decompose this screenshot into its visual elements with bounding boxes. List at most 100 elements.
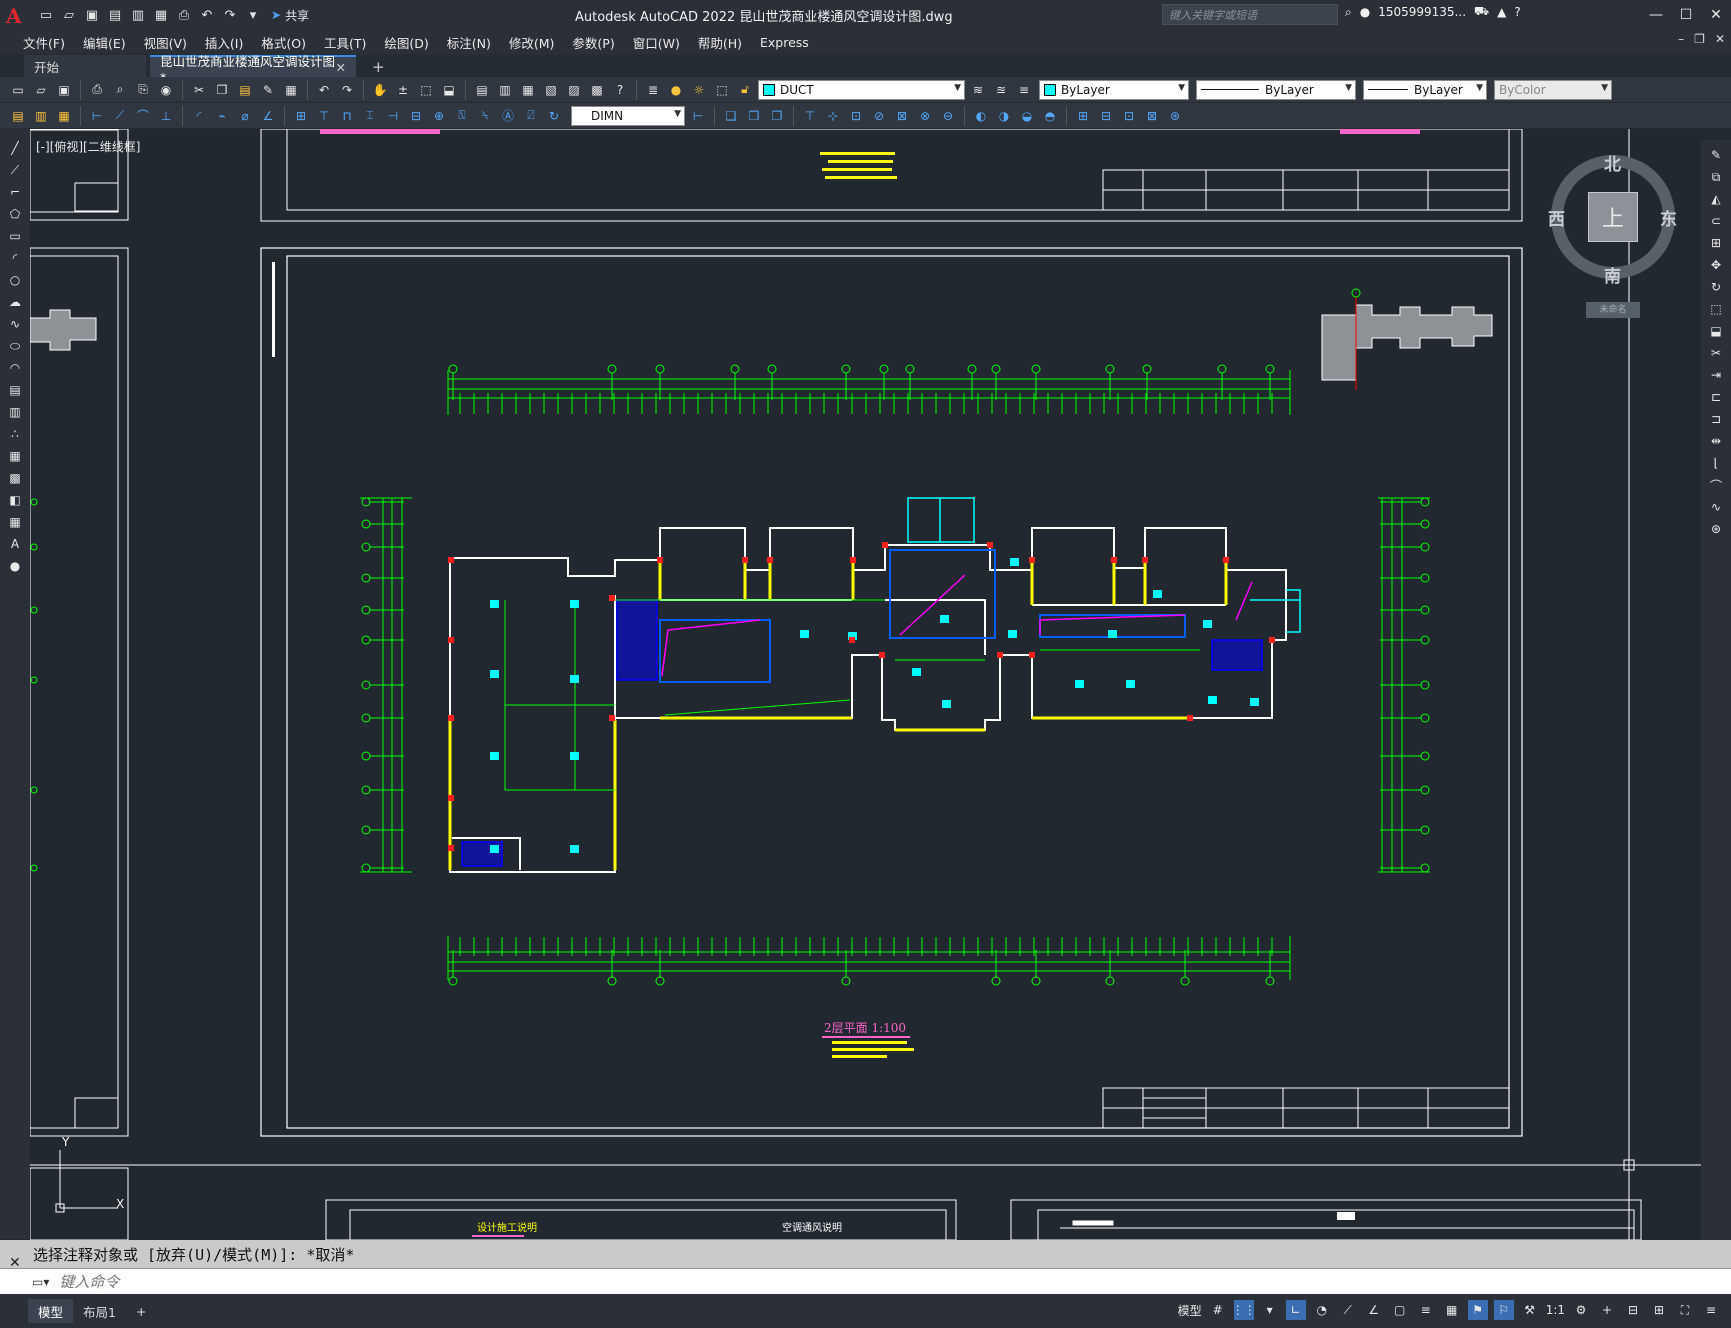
pan-icon[interactable]: ✋ [370, 80, 390, 100]
save-icon[interactable]: ▣ [82, 5, 102, 25]
aligned-dimension-icon[interactable]: ⟋ [110, 106, 130, 126]
layer-properties-icon[interactable]: ≣ [643, 80, 663, 100]
table-icon[interactable]: ◓ [1040, 106, 1060, 126]
chamfer-icon[interactable]: ⌊ [1705, 454, 1727, 472]
hatch-icon[interactable]: ▦ [4, 447, 26, 465]
drawing-svg[interactable]: 2层平面 1:100 Y X 设计施工说明 空调通风说明 [30, 129, 1701, 1240]
multiline-text-icon[interactable]: A [4, 535, 26, 553]
plus-icon[interactable]: + [1597, 1300, 1617, 1320]
blend-curves-icon[interactable]: ∿ [1705, 498, 1727, 516]
cart-icon[interactable]: ⛟ [1474, 4, 1489, 20]
annotation-visibility-icon[interactable]: ⚑ [1467, 1300, 1488, 1320]
move-icon[interactable]: ✥ [1705, 256, 1727, 274]
undo-icon[interactable]: ↶ [197, 5, 217, 25]
new-tab-icon[interactable]: + [372, 58, 385, 76]
polar-tracking-icon[interactable]: ◔ [1312, 1300, 1332, 1320]
layer-states-icon[interactable]: ≡ [1014, 80, 1034, 100]
plot-icon[interactable]: ⎙ [87, 80, 107, 100]
ellipse-icon[interactable]: ⬭ [4, 337, 26, 355]
doc-minimize-icon[interactable]: – [1678, 32, 1684, 46]
dimension-break-icon[interactable]: ⊣ [383, 106, 403, 126]
menu-insert[interactable]: 插入(I) [196, 33, 252, 52]
fillet-icon[interactable]: ⌒ [1705, 476, 1727, 494]
dimension-edit-icon[interactable]: Ⓐ [498, 106, 518, 126]
arc-length-icon[interactable]: ⌒ [133, 106, 153, 126]
customize-dropdown-icon[interactable]: ▾ [243, 5, 263, 25]
extend-icon[interactable]: ⇥ [1705, 366, 1727, 384]
xclip-icon[interactable]: ⊠ [892, 106, 912, 126]
join-icon[interactable]: ⇹ [1705, 432, 1727, 450]
open-icon[interactable]: ▱ [31, 80, 51, 100]
center-mark-icon[interactable]: ⊕ [429, 106, 449, 126]
doc-close-icon[interactable]: ✕ [1715, 32, 1725, 46]
line-icon[interactable]: ╱ [4, 139, 26, 157]
spline-icon[interactable]: ∿ [4, 315, 26, 333]
save-web-icon[interactable]: ▦ [151, 5, 171, 25]
gradient-icon[interactable]: ▩ [4, 469, 26, 487]
dimension-update-icon[interactable]: ↻ [544, 106, 564, 126]
gear-icon[interactable]: ⚙ [1571, 1300, 1591, 1320]
diameter-dimension-icon[interactable]: ⌀ [235, 106, 255, 126]
save-as-icon[interactable]: ▤ [105, 5, 125, 25]
stretch-icon[interactable]: ⬓ [1705, 322, 1727, 340]
menu-view[interactable]: 视图(V) [135, 33, 196, 52]
make-block-icon[interactable]: ▥ [4, 403, 26, 421]
properties-icon[interactable]: ▤ [472, 80, 492, 100]
inspection-icon[interactable]: ⍂ [452, 106, 472, 126]
cut-icon[interactable]: ✂ [189, 80, 209, 100]
doc-restore-icon[interactable]: ❐ [1694, 32, 1705, 46]
3d-dwf-icon[interactable]: ◉ [156, 80, 176, 100]
fullscreen-icon[interactable]: ⛶ [1675, 1300, 1695, 1320]
block-insert-icon[interactable]: ❑ [721, 106, 741, 126]
auto-scale-icon[interactable]: ⚐ [1493, 1300, 1514, 1320]
help-search-input[interactable]: 键入关键字或短语 [1162, 4, 1338, 25]
polygon-icon[interactable]: ⬠ [4, 205, 26, 223]
layer-viewport-freeze-icon[interactable]: ⬚ [712, 80, 732, 100]
transparency-icon[interactable]: ▦ [1442, 1300, 1462, 1320]
refedit-icon[interactable]: ⊗ [915, 106, 935, 126]
print-icon[interactable]: ⎙ [174, 5, 194, 25]
layout1-tab[interactable]: 布局1 [73, 1299, 126, 1323]
copy-icon[interactable]: ❐ [212, 80, 232, 100]
region-icon[interactable]: ◧ [4, 491, 26, 509]
jogged-linear-icon[interactable]: ⍀ [475, 106, 495, 126]
publish-icon[interactable]: ⎘ [133, 80, 153, 100]
sheet-set-icon[interactable]: ▧ [541, 80, 561, 100]
dimstyle-dropdown[interactable]: DIMN ▼ [571, 105, 685, 126]
minimize-icon[interactable]: — [1641, 0, 1671, 30]
redo-icon[interactable]: ↷ [220, 5, 240, 25]
mirror-icon[interactable]: ◭ [1705, 190, 1727, 208]
dropdown-icon[interactable]: ▾ [1260, 1300, 1280, 1320]
match-properties-icon[interactable]: ✎ [258, 80, 278, 100]
jogged-dimension-icon[interactable]: ⌁ [212, 106, 232, 126]
arc-icon[interactable]: ◜ [4, 249, 26, 267]
layer-previous-icon[interactable]: ≊ [991, 80, 1011, 100]
construction-line-icon[interactable]: ⟋ [4, 161, 26, 179]
autodesk-app-icon[interactable]: ▲ [1497, 5, 1506, 19]
layer-dropdown[interactable]: DUCT ▼ [758, 79, 965, 100]
help-icon[interactable]: ? [610, 80, 630, 100]
group-edit-icon[interactable]: ⊡ [1119, 106, 1139, 126]
offset-icon[interactable]: ⊂ [1705, 212, 1727, 230]
menu-modify[interactable]: 修改(M) [500, 33, 564, 52]
dimension-space-icon[interactable]: ⌶ [360, 106, 380, 126]
tab-drawing[interactable]: 昆山世茂商业楼通风空调设计图* ✕ [150, 54, 356, 85]
rectangle-icon[interactable]: ▭ [4, 227, 26, 245]
add-layout-icon[interactable]: + [126, 1299, 156, 1323]
model-tab[interactable]: 模型 [28, 1299, 74, 1323]
save-icon[interactable]: ▣ [54, 80, 74, 100]
menu-dimension[interactable]: 标注(N) [438, 33, 500, 52]
design-center-icon[interactable]: ▥ [495, 80, 515, 100]
ordinate-dimension-icon[interactable]: ⊥ [156, 106, 176, 126]
block-create-icon[interactable]: ❒ [744, 106, 764, 126]
lineweight-dropdown[interactable]: ByLayer ▼ [1363, 79, 1487, 100]
ellipse-arc-icon[interactable]: ◠ [4, 359, 26, 377]
point-icon[interactable]: ∴ [4, 425, 26, 443]
circle-icon[interactable]: ○ [4, 271, 26, 289]
compass-north[interactable]: 北 [1604, 150, 1621, 175]
calculator-icon[interactable]: ▩ [587, 80, 607, 100]
continue-dimension-icon[interactable]: ⊓ [337, 106, 357, 126]
dimension-text-edit-icon[interactable]: ⍁ [521, 106, 541, 126]
lineweight-icon[interactable]: ≡ [1416, 1300, 1436, 1320]
user-name[interactable]: 1505999135... [1378, 5, 1466, 19]
